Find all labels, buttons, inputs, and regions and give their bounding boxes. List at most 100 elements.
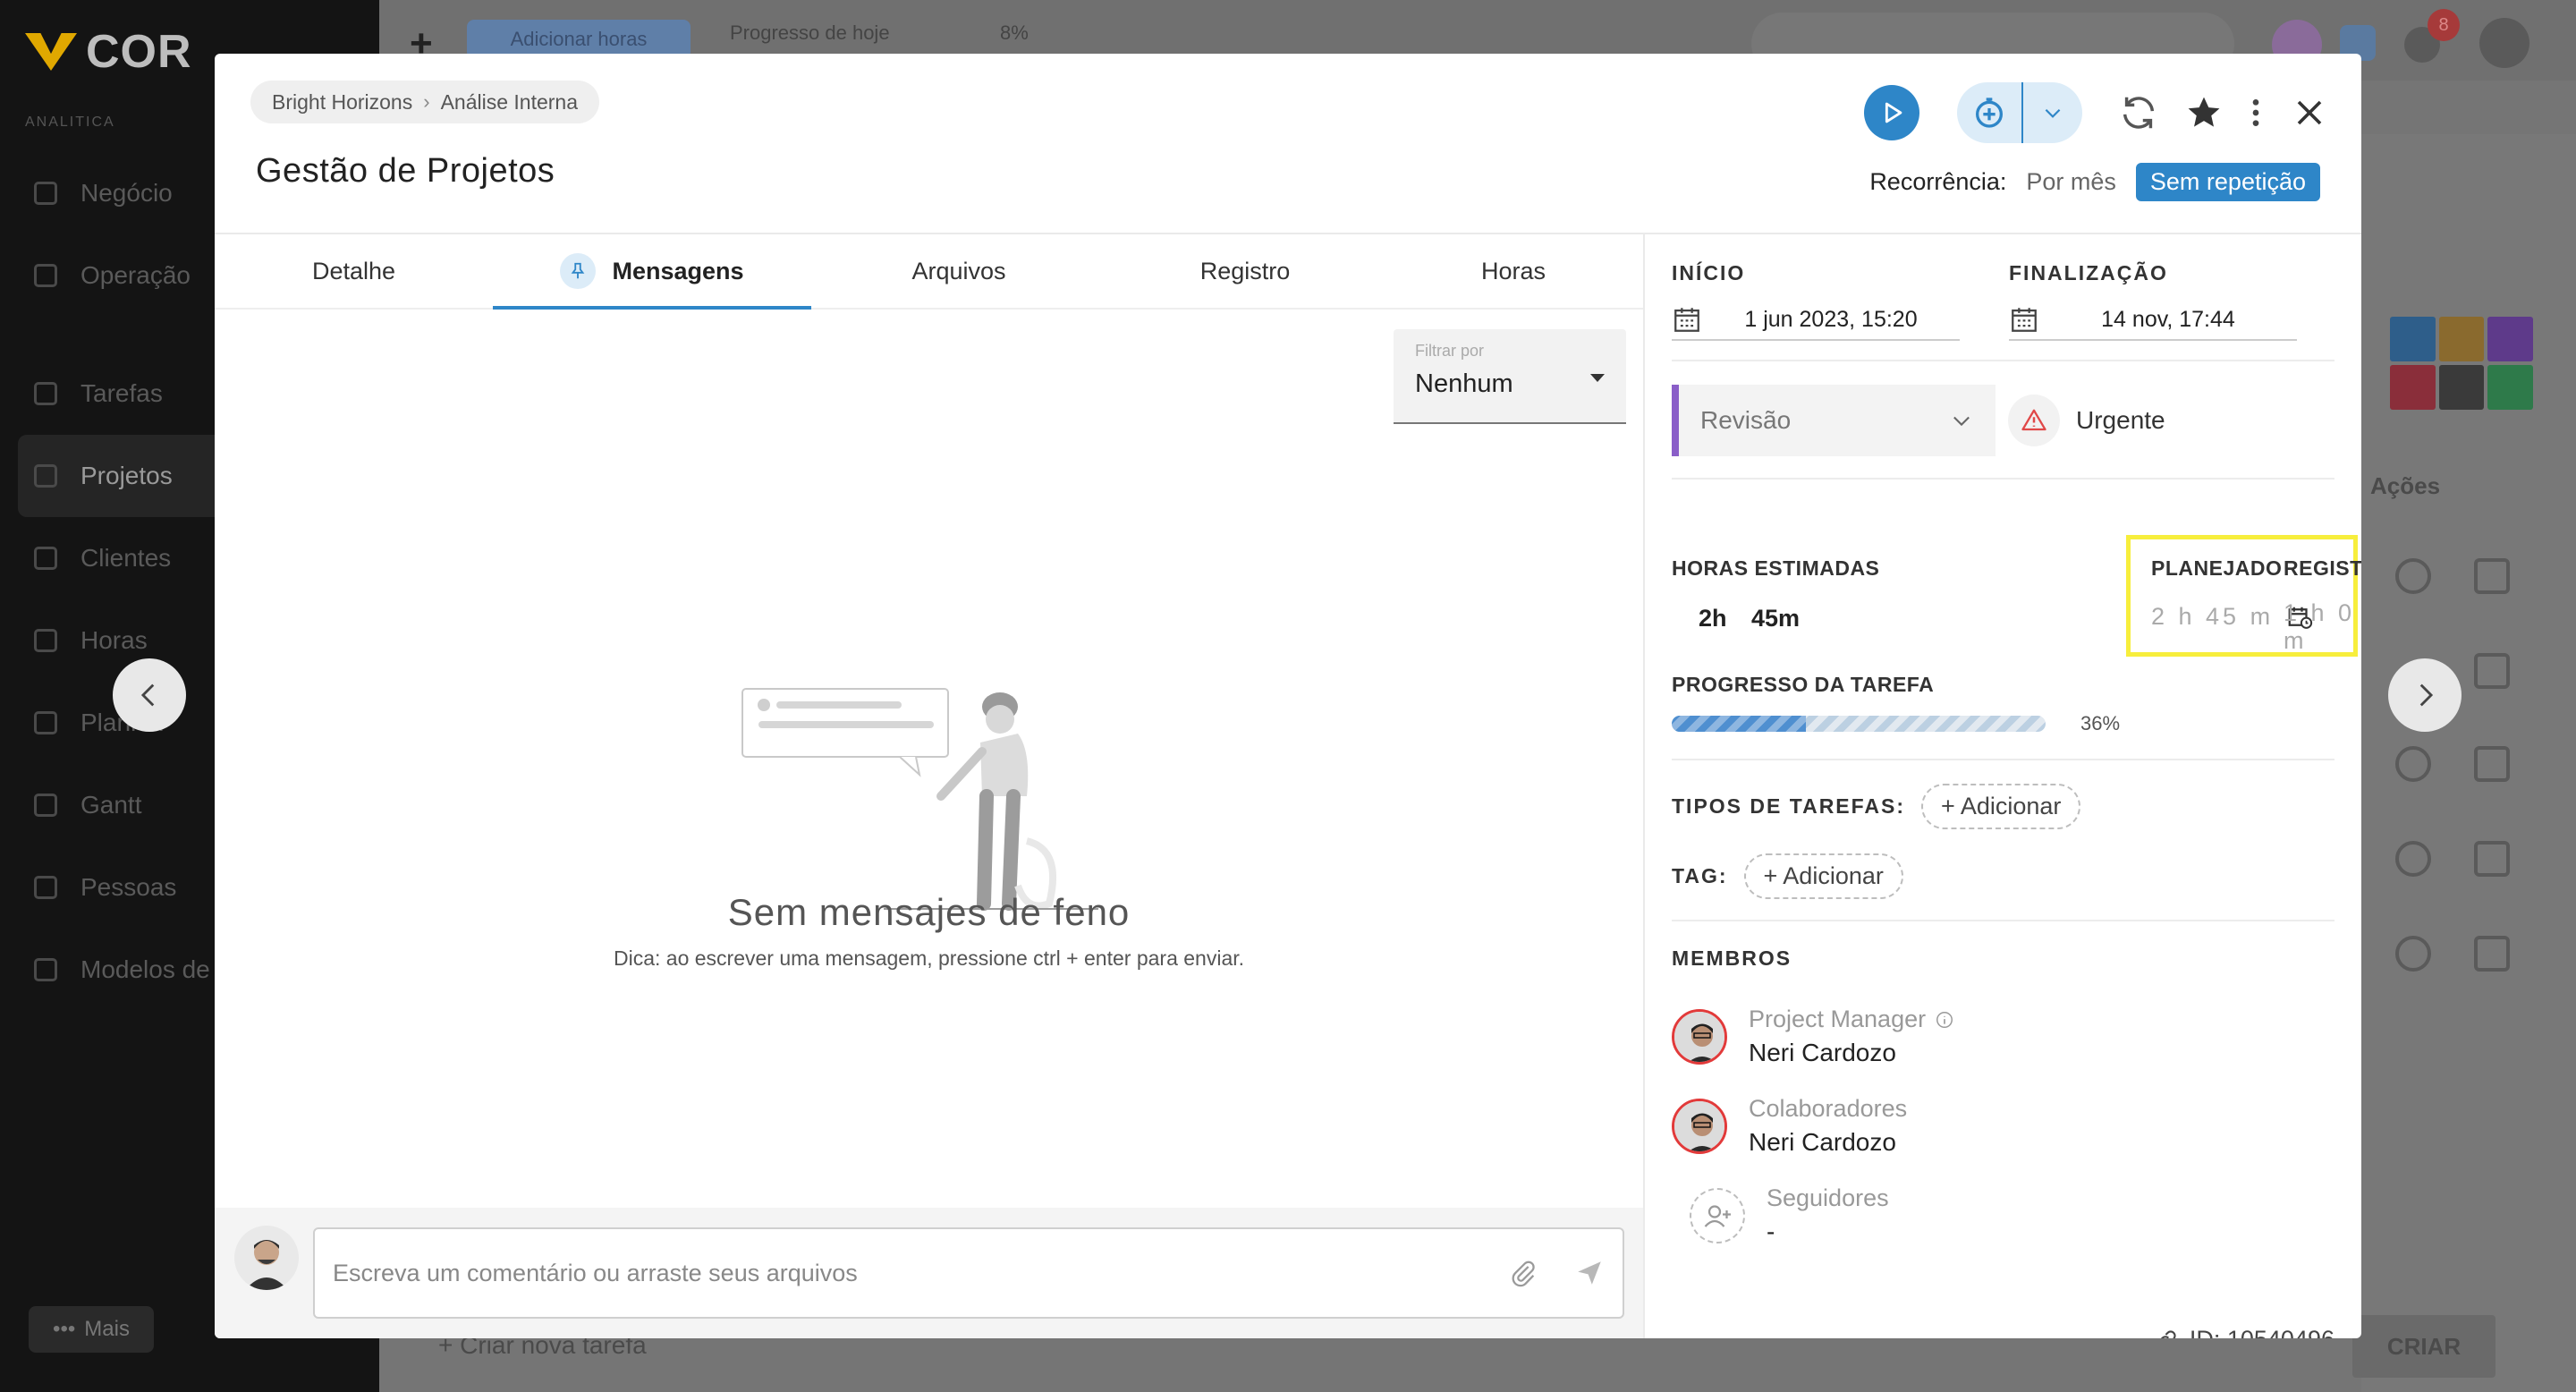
close-button[interactable] <box>2293 97 2326 129</box>
timer-icon[interactable] <box>2395 746 2431 782</box>
previous-task-button[interactable] <box>113 658 186 732</box>
tasks-icon <box>34 382 57 405</box>
priority-value: Urgente <box>2076 406 2165 434</box>
today-progress-value: 8% <box>1000 21 1029 44</box>
member-role: Colaboradores <box>1749 1095 1908 1122</box>
status-select[interactable]: Revisão <box>1672 385 1996 456</box>
chevron-right-icon: › <box>423 90 430 113</box>
next-task-button[interactable] <box>2388 658 2462 732</box>
tab-horas[interactable]: Horas <box>1384 234 1643 308</box>
empty-state-tip: Dica: ao escrever uma mensagem, pression… <box>613 946 1245 970</box>
task-id[interactable]: ID: 10540496 <box>2154 1326 2334 1338</box>
task-details-pane: INÍCIO 1 jun 2023, 15:20 FINALIZAÇÃO 14 … <box>1645 234 2361 1338</box>
calendar-icon[interactable] <box>2474 936 2510 972</box>
notification-badge: 8 <box>2428 9 2460 41</box>
status-value: Revisão <box>1700 406 1792 434</box>
play-icon <box>1885 102 1902 123</box>
member-collaborators[interactable]: Colaboradores Neri Cardozo <box>1672 1095 1907 1157</box>
logo-mark-icon <box>25 30 77 74</box>
send-icon <box>1578 1261 1601 1285</box>
breadcrumb: Bright Horizons › Análise Interna <box>250 81 599 123</box>
followers-label: Seguidores <box>1767 1184 1889 1211</box>
send-button[interactable] <box>1574 1258 1605 1288</box>
sidebar-more-button[interactable]: ••• Mais <box>29 1306 154 1353</box>
tab-mensagens[interactable]: Mensagens <box>493 234 811 310</box>
registered-label: REGISTRADO <box>2284 556 2361 580</box>
chart-icon <box>34 182 57 205</box>
task-title[interactable]: Gestão de Projetos <box>256 152 555 191</box>
recurrence-label: Recorrência: <box>1869 168 2007 195</box>
member-project-manager[interactable]: Project Manager Neri Cardozo <box>1672 1006 1954 1067</box>
star-icon <box>2188 97 2220 127</box>
tab-bar: Detalhe Mensagens Arquivos Registro Hora… <box>215 234 1643 310</box>
gantt-icon <box>34 794 57 817</box>
timer-icon[interactable] <box>2395 936 2431 972</box>
breadcrumb-project[interactable]: Análise Interna <box>441 90 578 115</box>
actions-column-header: Ações <box>2370 472 2441 499</box>
progress-bar[interactable] <box>1672 716 2046 732</box>
add-tag-button[interactable]: + Adicionar <box>1743 853 1903 899</box>
add-time-dropdown[interactable] <box>2023 101 2082 124</box>
chevron-right-icon <box>2419 683 2434 707</box>
followers-value: - <box>1767 1218 1775 1245</box>
followers-field[interactable]: Seguidores - <box>1690 1184 1889 1246</box>
sync-button[interactable] <box>2118 92 2159 133</box>
timer-icon[interactable] <box>2395 558 2431 594</box>
info-icon[interactable] <box>1935 1010 1954 1030</box>
planned-value: 2 h 45 m <box>2151 603 2275 630</box>
recurrence-row: Recorrência: Por mês Sem repetição <box>1869 163 2320 201</box>
member-name: Neri Cardozo <box>1749 1128 1896 1156</box>
end-date-value: 14 nov, 17:44 <box>2101 306 2235 332</box>
calendar-icon <box>1674 308 1699 332</box>
tab-registro[interactable]: Registro <box>1106 234 1384 308</box>
progress-percent: 36% <box>2080 712 2121 734</box>
start-timer-button[interactable] <box>1864 85 1919 140</box>
more-dots-icon: ••• <box>53 1317 76 1341</box>
member-avatar <box>1672 1098 1727 1154</box>
empty-state-title: Sem mensajes de feno <box>727 891 1131 933</box>
estimated-hours-value[interactable]: 2h 45m <box>1699 605 1800 632</box>
header-actions <box>1864 82 2326 143</box>
more-options-button[interactable] <box>2249 95 2263 131</box>
tab-arquivos[interactable]: Arquivos <box>811 234 1106 308</box>
hourglass-icon <box>34 629 57 652</box>
priority-field[interactable]: Urgente <box>2008 385 2165 456</box>
dropdown-caret-icon <box>1590 374 1605 382</box>
comment-input[interactable] <box>333 1259 1472 1287</box>
create-button[interactable]: CRIAR <box>2352 1315 2496 1378</box>
add-time-group <box>1957 82 2082 143</box>
sidebar-section-label: ANALITICA <box>25 115 115 130</box>
close-icon <box>2297 100 2322 125</box>
operation-icon <box>34 264 57 287</box>
filter-select[interactable]: Filtrar por Nenhum <box>1394 329 1626 424</box>
add-task-type-button[interactable]: + Adicionar <box>1921 784 2081 829</box>
recurrence-chip[interactable]: Sem repetição <box>2135 163 2320 201</box>
app-logo: COR <box>25 25 192 79</box>
timer-icon[interactable] <box>2395 841 2431 877</box>
current-user-avatar <box>234 1226 299 1290</box>
member-name: Neri Cardozo <box>1749 1039 1896 1066</box>
user-avatar[interactable] <box>2479 18 2529 68</box>
calendar-icon[interactable] <box>2474 841 2510 877</box>
filter-label: Filtrar por <box>1415 342 1485 360</box>
more-vertical-icon <box>2252 99 2259 126</box>
start-date-field[interactable]: INÍCIO 1 jun 2023, 15:20 <box>1672 261 1960 341</box>
tab-detalhe[interactable]: Detalhe <box>215 234 493 308</box>
breadcrumb-client[interactable]: Bright Horizons <box>272 90 412 115</box>
task-types-row: TIPOS DE TAREFAS: + Adicionar <box>1672 784 2081 829</box>
calendar-icon[interactable] <box>2474 746 2510 782</box>
color-grid-icon[interactable] <box>2390 317 2533 410</box>
add-follower-icon[interactable] <box>1690 1187 1745 1243</box>
recurrence-value[interactable]: Por mês <box>2026 168 2116 196</box>
calendar-icon[interactable] <box>2474 558 2510 594</box>
calendar-icon[interactable] <box>2474 653 2510 689</box>
task-types-label: TIPOS DE TAREFAS: <box>1672 794 1906 818</box>
favorite-button[interactable] <box>2184 93 2224 132</box>
end-date-field[interactable]: FINALIZAÇÃO 14 nov, 17:44 <box>2009 261 2297 341</box>
progress-bar-fill <box>1672 716 1807 732</box>
refresh-icon <box>2123 97 2155 129</box>
filter-value: Nenhum <box>1415 369 1513 398</box>
add-time-button[interactable] <box>1957 82 2023 143</box>
chevron-down-icon <box>1953 416 1970 427</box>
attach-button[interactable] <box>1508 1258 1538 1288</box>
